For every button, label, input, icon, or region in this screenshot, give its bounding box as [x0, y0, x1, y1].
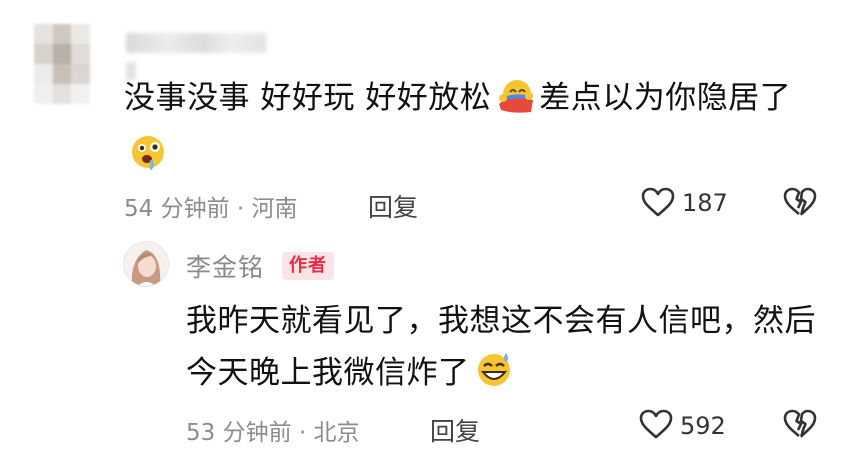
meta-separator: · — [298, 420, 307, 446]
reply-dislike-button[interactable] — [782, 408, 818, 443]
comment-location: 河南 — [251, 196, 298, 222]
hug-face-emoji-icon — [495, 74, 535, 130]
comment-like-button[interactable] — [640, 186, 676, 221]
comment-like-count: 187 — [682, 189, 728, 217]
comment-reply-button[interactable]: 回复 — [368, 188, 418, 224]
laughing-sweat-emoji-icon — [474, 349, 514, 405]
reply-reply-button[interactable]: 回复 — [430, 412, 480, 448]
reply-location: 北京 — [313, 420, 360, 446]
commenter-username-blurred[interactable] — [126, 33, 266, 53]
comment-text-part2: 差点以为你隐居了 — [539, 80, 792, 116]
meta-separator: · — [236, 196, 245, 222]
reply-like-count: 592 — [680, 412, 726, 440]
author-avatar[interactable] — [123, 241, 169, 287]
comment-text: 没事没事 好好玩 好好放松 差点以为你隐居了 — [124, 72, 824, 188]
broken-heart-icon — [782, 408, 818, 443]
heart-outline-icon — [640, 186, 676, 221]
comment-meta: 54 分钟前 · 河南 — [124, 189, 298, 223]
comment-time: 54 分钟前 — [124, 196, 230, 222]
comment-text-part1: 没事没事 好好玩 好好放松 — [124, 80, 492, 116]
reply-time: 53 分钟前 — [186, 420, 292, 446]
heart-outline-icon — [638, 408, 674, 443]
author-name[interactable]: 李金铭 — [186, 248, 264, 284]
broken-heart-icon — [782, 186, 818, 221]
reply-like-button[interactable] — [638, 408, 674, 443]
comment-dislike-button[interactable] — [782, 186, 818, 221]
author-reply-text: 我昨天就看见了，我想这不会有人信吧，然后今天晚上我微信炸了 — [186, 295, 826, 405]
reply-meta: 53 分钟前 · 北京 — [186, 413, 360, 447]
author-badge: 作者 — [282, 252, 334, 280]
commenter-avatar-pixelated[interactable] — [34, 24, 90, 104]
drooling-face-emoji-icon — [128, 132, 168, 188]
